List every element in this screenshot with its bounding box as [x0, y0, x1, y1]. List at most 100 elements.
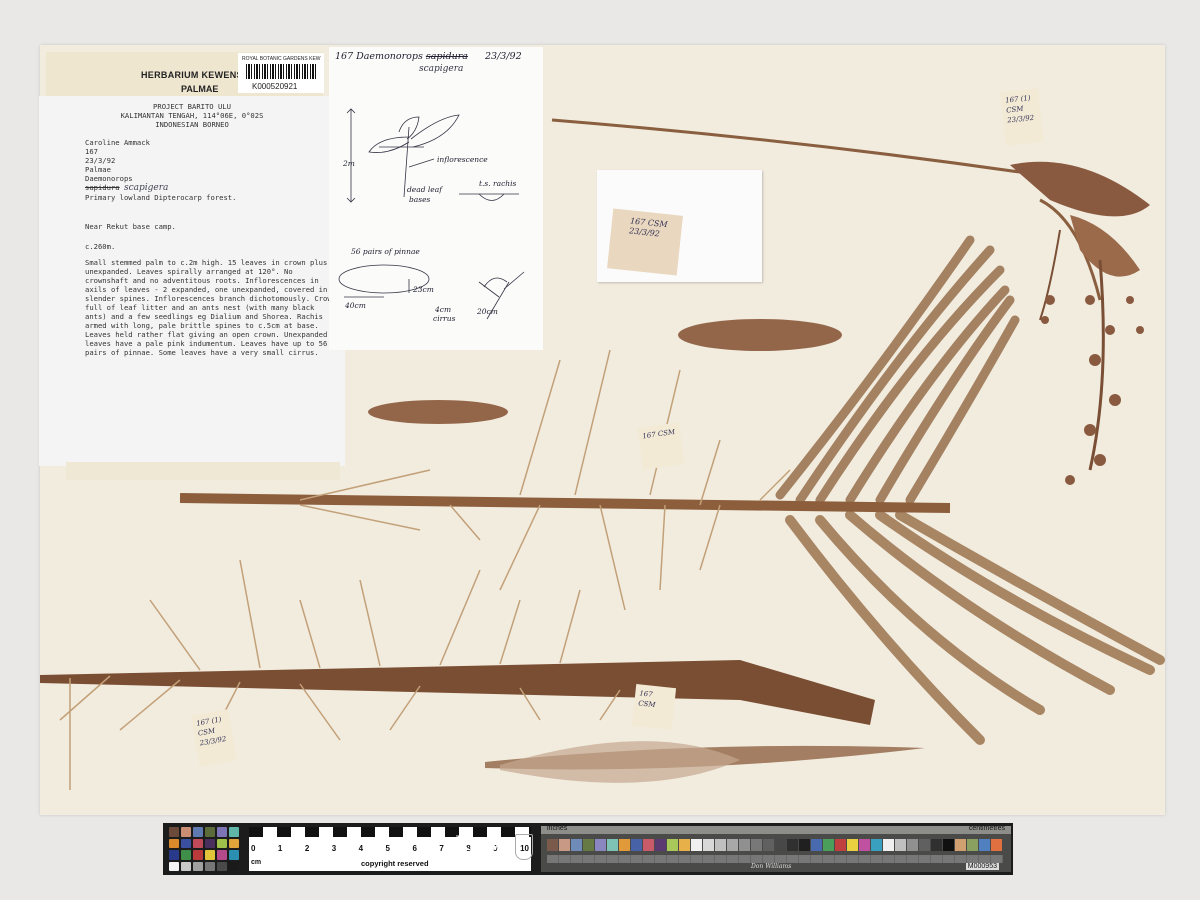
description: Small stemmed palm to c.2m high. 15 leav… — [85, 258, 336, 357]
sketch-cirrus-length: 4cm — [435, 305, 452, 314]
color-swatch — [181, 838, 191, 848]
packet-tag: 167 CSM 23/3/92 — [607, 208, 683, 276]
calibration-patch — [811, 839, 822, 851]
herbarium-name: HERBARIUM KEWENSE — [141, 70, 250, 80]
color-swatch — [181, 850, 191, 860]
gray-patches — [547, 839, 1002, 851]
color-swatch — [169, 827, 179, 837]
family-name: PALMAE — [181, 84, 219, 94]
color-swatch — [229, 850, 239, 860]
calibration-patch — [835, 839, 846, 851]
signature: Don Williams — [751, 863, 792, 870]
calibration-patch — [655, 839, 666, 851]
ruler-number: 0 — [251, 844, 256, 853]
barcode-bars — [246, 64, 316, 79]
sketch-inflorescence: inflorescence — [437, 155, 488, 164]
barcode-label: ROYAL BOTANIC GARDENS KEW K000520921 — [238, 53, 324, 93]
tag-middle: 167 CSM — [637, 422, 685, 470]
calibration-patch — [619, 839, 630, 851]
copyright: copyright reserved — [361, 859, 429, 868]
color-swatch — [229, 827, 239, 837]
color-swatch — [169, 861, 179, 871]
ruler-number: 3 — [331, 844, 337, 853]
ruler-number: 7 — [439, 844, 444, 853]
sketch-length: 40cm — [345, 301, 366, 310]
color-calibration-bar: inches centimetres Don Williams M000953 — [541, 825, 1011, 872]
pinnae-upper — [775, 235, 1020, 505]
barcode-org: ROYAL BOTANIC GARDENS KEW — [242, 56, 321, 62]
scale-bar: 0 1 2 3 4 5 6 7 8 9 10 cm copyright reserved Kew i… — [163, 823, 1013, 875]
tag-bottom-mid: 167 CSM — [631, 684, 677, 730]
color-swatch — [193, 861, 203, 871]
spiny-inflorescence — [485, 741, 925, 783]
calibration-patch — [715, 839, 726, 851]
calibration-code: M000953 — [965, 863, 999, 870]
calibration-patch — [595, 839, 606, 851]
inflorescence — [1010, 161, 1150, 485]
calibration-patch — [631, 839, 642, 851]
ruler-unit: cm — [251, 859, 262, 866]
color-swatch — [181, 827, 191, 837]
ruler-number: 2 — [304, 844, 310, 853]
calibration-patch — [703, 839, 714, 851]
calibration-patch — [739, 839, 750, 851]
calibration-patch — [919, 839, 930, 851]
calibration-patch — [859, 839, 870, 851]
kew-logo: Kew — [455, 831, 502, 855]
color-swatch — [193, 838, 203, 848]
ruler-number: 5 — [385, 844, 390, 853]
color-swatch — [217, 850, 227, 860]
calibration-patch — [775, 839, 786, 851]
collection-label: PROJECT BARITO ULU KALIMANTAN TENGAH, 11… — [39, 96, 345, 466]
site: Near Rekut base camp. — [85, 222, 176, 231]
sketch-rachis: t.s. rachis — [479, 179, 517, 188]
color-swatch — [217, 861, 227, 871]
calibration-patch — [607, 839, 618, 851]
calibration-patch — [727, 839, 738, 851]
calibration-patch — [583, 839, 594, 851]
habitat: Primary lowland Dipterocarp forest. — [85, 193, 237, 202]
color-swatch — [217, 838, 227, 848]
calibration-patch — [691, 839, 702, 851]
fine-scale — [547, 855, 1003, 863]
calibration-patch — [667, 839, 678, 851]
color-swatch — [169, 838, 179, 848]
calibration-patch — [895, 839, 906, 851]
colorbar-top — [541, 826, 1011, 834]
calibration-patch — [643, 839, 654, 851]
crest-icon — [515, 834, 533, 860]
calibration-patch — [991, 839, 1002, 851]
sketch-bases: bases — [409, 195, 431, 204]
sketch-span: 20cm — [477, 307, 498, 316]
elevation: c.260m. — [85, 242, 116, 251]
calibration-patch — [823, 839, 834, 851]
color-swatch — [205, 850, 215, 860]
calibration-patch — [571, 839, 582, 851]
calibration-patch — [979, 839, 990, 851]
sketch-pinnae: 56 pairs of pinnae — [351, 247, 420, 256]
ruler-number: 4 — [358, 844, 364, 853]
color-swatch — [229, 861, 239, 871]
bract-upper — [678, 319, 842, 351]
centimetres-label: centimetres — [968, 825, 1005, 832]
barcode-number: K000520921 — [252, 82, 298, 91]
calibration-patch — [955, 839, 966, 851]
region: INDONESIAN BORNEO — [155, 120, 229, 129]
color-swatch — [205, 827, 215, 837]
family: Palmae — [85, 165, 111, 174]
color-swatch — [193, 827, 203, 837]
epithet: sapidura scapigera — [85, 183, 236, 193]
calibration-patch — [787, 839, 798, 851]
calibration-patch — [871, 839, 882, 851]
calibration-patch — [559, 839, 570, 851]
inches-label: inches — [547, 825, 568, 832]
struck-epithet: sapidura — [85, 183, 120, 192]
collection-details: Caroline Ammack 167 23/3/92 Palmae Daemo… — [85, 138, 236, 202]
calibration-patch — [763, 839, 774, 851]
handwritten-epithet: scapigera — [123, 183, 169, 193]
calibration-patch — [847, 839, 858, 851]
color-swatch — [181, 861, 191, 871]
ruler-number: 6 — [412, 844, 417, 853]
color-swatch — [217, 827, 227, 837]
calibration-patch — [883, 839, 894, 851]
